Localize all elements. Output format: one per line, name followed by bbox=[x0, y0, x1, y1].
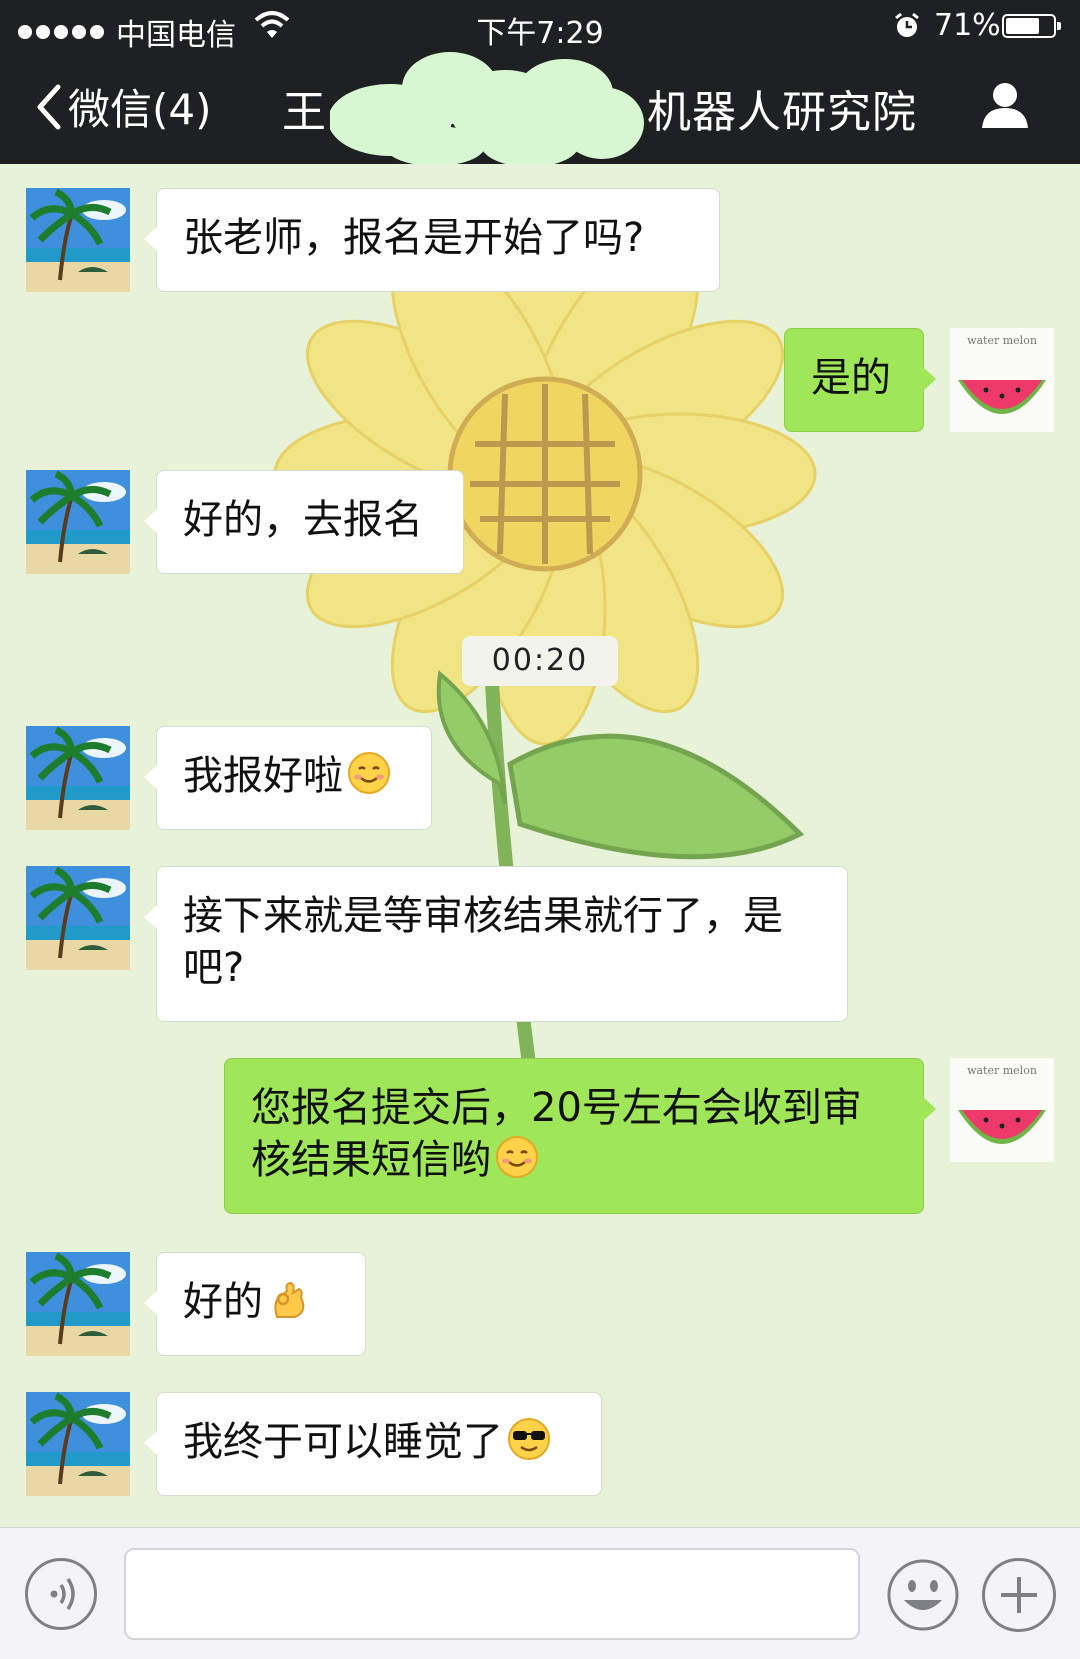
message-text: 您报名提交后，20号左右会收到审核结果短信哟 bbox=[251, 1085, 862, 1183]
wechat-chat-screen: 中国电信 下午7:29 71% 微信(4) 王 机器人研究院 张老师，报名是开始了… bbox=[0, 0, 1080, 1659]
my-avatar[interactable]: water melon bbox=[950, 328, 1054, 432]
battery-fill bbox=[1006, 18, 1039, 34]
contact-avatar[interactable] bbox=[26, 866, 130, 970]
message-text: 我终于可以睡觉了 bbox=[183, 1419, 503, 1465]
message-text: 张老师，报名是开始了吗? bbox=[183, 215, 645, 261]
message-list[interactable]: 张老师，报名是开始了吗? 是的 water melon 好的，去报名 00:20 bbox=[0, 164, 1080, 1527]
alarm-icon bbox=[895, 12, 919, 37]
battery-percent: 71% bbox=[934, 8, 1001, 43]
input-toolbar bbox=[0, 1527, 1080, 1659]
message-bubble[interactable]: 我报好啦 bbox=[144, 726, 432, 830]
message-bubble[interactable]: 接下来就是等审核结果就行了，是吧? bbox=[144, 866, 848, 1022]
sticker-text: water melon bbox=[967, 334, 1037, 347]
sunglasses-emoji-icon bbox=[508, 1418, 550, 1460]
contact-avatar[interactable] bbox=[26, 470, 130, 574]
message-bubble[interactable]: 好的，去报名 bbox=[144, 470, 464, 574]
time-divider: 00:20 bbox=[462, 636, 618, 686]
contact-avatar[interactable] bbox=[26, 726, 130, 830]
emoji-icon[interactable] bbox=[886, 1558, 960, 1632]
message-text: 好的，去报名 bbox=[183, 497, 423, 543]
smile-emoji-icon bbox=[348, 752, 390, 794]
smile-emoji-icon bbox=[496, 1136, 538, 1178]
contact-avatar[interactable] bbox=[26, 188, 130, 292]
plus-icon bbox=[1001, 1577, 1037, 1613]
back-label: 微信(4) bbox=[68, 85, 212, 134]
plus-button[interactable] bbox=[982, 1558, 1056, 1632]
chat-title-end: 机器人研究院 bbox=[647, 87, 917, 138]
message-bubble[interactable]: 我终于可以睡觉了 bbox=[144, 1392, 602, 1496]
back-button[interactable]: 微信(4) bbox=[34, 76, 212, 137]
message-text: 是的 bbox=[811, 355, 891, 401]
voice-icon bbox=[50, 1578, 75, 1610]
my-avatar[interactable]: water melon bbox=[950, 1058, 1054, 1162]
message-text: 好的 bbox=[183, 1279, 263, 1325]
message-text: 我报好啦 bbox=[183, 753, 343, 799]
chevron-left-icon bbox=[37, 84, 61, 129]
battery-icon bbox=[1002, 14, 1061, 38]
chat-title-start: 王 bbox=[282, 87, 327, 138]
voice-button[interactable] bbox=[25, 1558, 97, 1630]
message-bubble[interactable]: 张老师，报名是开始了吗? bbox=[144, 188, 720, 292]
message-bubble[interactable]: 您报名提交后，20号左右会收到审核结果短信哟 bbox=[224, 1058, 936, 1214]
sticker-text: water melon bbox=[967, 1064, 1037, 1077]
status-bar: 中国电信 下午7:29 71% bbox=[0, 0, 1080, 53]
chat-header: 微信(4) 王 机器人研究院 bbox=[0, 52, 1080, 167]
redaction-mark bbox=[330, 52, 644, 167]
message-text: 接下来就是等审核结果就行了，是吧? bbox=[183, 893, 783, 991]
contact-avatar[interactable] bbox=[26, 1392, 130, 1496]
message-bubble[interactable]: 好的 bbox=[144, 1252, 366, 1356]
message-input[interactable] bbox=[124, 1548, 860, 1640]
person-icon[interactable] bbox=[980, 80, 1030, 130]
ok-hand-emoji-icon bbox=[274, 1281, 305, 1318]
contact-avatar[interactable] bbox=[26, 1252, 130, 1356]
message-bubble[interactable]: 是的 bbox=[784, 328, 936, 432]
